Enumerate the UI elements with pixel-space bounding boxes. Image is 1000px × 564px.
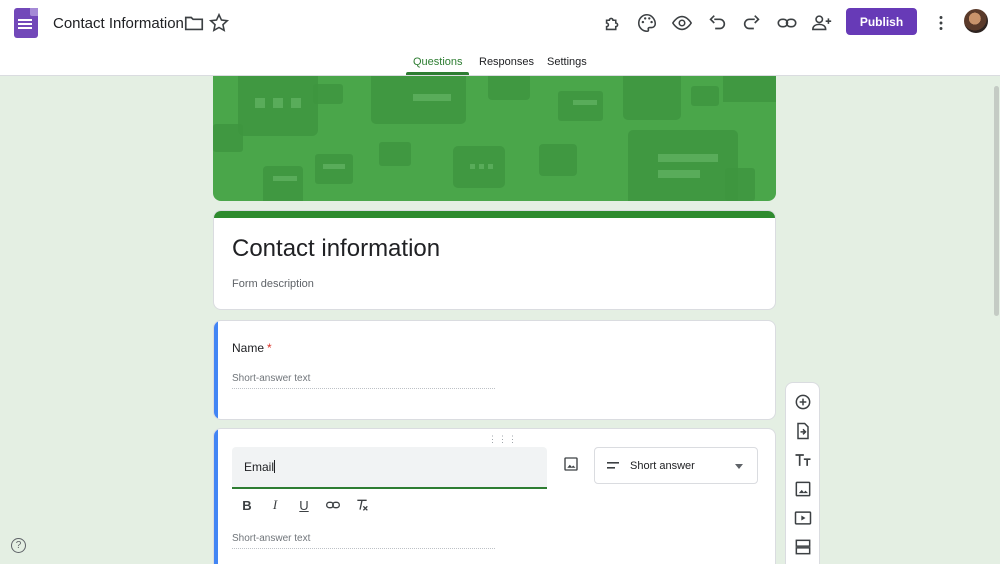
tab-questions[interactable]: Questions (413, 56, 463, 68)
palette-icon[interactable] (636, 12, 658, 34)
question-title-text: Name (232, 341, 265, 355)
folder-icon[interactable] (183, 12, 205, 34)
italic-button[interactable]: I (266, 496, 284, 514)
side-toolbar (785, 382, 820, 564)
question-title: Name * (232, 341, 272, 355)
add-section-icon[interactable] (793, 537, 813, 557)
answer-placeholder: Short-answer text (232, 533, 495, 549)
add-image-icon[interactable] (793, 479, 813, 499)
form-description[interactable]: Form description (232, 278, 314, 290)
question-type-select[interactable]: Short answer (594, 447, 758, 484)
required-marker: * (267, 341, 272, 355)
link-icon[interactable] (324, 496, 342, 514)
add-question-icon[interactable] (793, 392, 813, 412)
publish-button[interactable]: Publish (846, 8, 917, 35)
document-title[interactable]: Contact Information (53, 15, 184, 32)
import-questions-icon[interactable] (793, 421, 813, 441)
short-answer-icon (607, 462, 619, 470)
answer-placeholder: Short-answer text (232, 373, 495, 389)
add-video-icon[interactable] (793, 508, 813, 528)
star-icon[interactable] (208, 12, 230, 34)
forms-app-icon[interactable] (14, 8, 38, 38)
focus-indicator (214, 321, 218, 419)
header: Contact Information Publish Questions Re… (0, 0, 1000, 76)
scrollbar[interactable] (994, 86, 999, 316)
question-card-name[interactable]: Name * Short-answer text (213, 320, 776, 420)
question-type-label: Short answer (630, 460, 695, 472)
add-collaborator-icon[interactable] (811, 12, 833, 34)
add-image-icon[interactable] (562, 455, 580, 473)
link-icon[interactable] (776, 12, 798, 34)
bold-button[interactable]: B (238, 496, 256, 514)
underline-button[interactable]: U (295, 496, 313, 514)
active-tab-indicator (406, 72, 469, 75)
focus-indicator (214, 429, 218, 564)
addons-icon[interactable] (602, 12, 624, 34)
tab-responses[interactable]: Responses (479, 56, 534, 68)
more-vert-icon[interactable] (930, 12, 952, 34)
tab-bar: Questions Responses Settings (0, 52, 1000, 76)
tab-settings[interactable]: Settings (547, 56, 587, 68)
question-title-input[interactable]: Email (232, 447, 547, 489)
preview-icon[interactable] (671, 12, 693, 34)
clear-formatting-icon[interactable] (353, 496, 371, 514)
undo-icon[interactable] (706, 12, 728, 34)
form-header-banner (213, 76, 776, 201)
add-title-icon[interactable] (793, 450, 813, 470)
form-title[interactable]: Contact information (232, 235, 440, 263)
form-title-card: Contact information Form description (213, 210, 776, 310)
theme-accent-bar (214, 211, 775, 218)
avatar[interactable] (964, 9, 988, 33)
redo-icon[interactable] (741, 12, 763, 34)
help-icon[interactable]: ? (11, 538, 26, 553)
dropdown-arrow-icon (735, 464, 743, 469)
question-card-email[interactable]: ⋮⋮⋮ Email Short answer B I U Short-answe… (213, 428, 776, 564)
drag-handle-icon[interactable]: ⋮⋮⋮ (488, 434, 518, 445)
